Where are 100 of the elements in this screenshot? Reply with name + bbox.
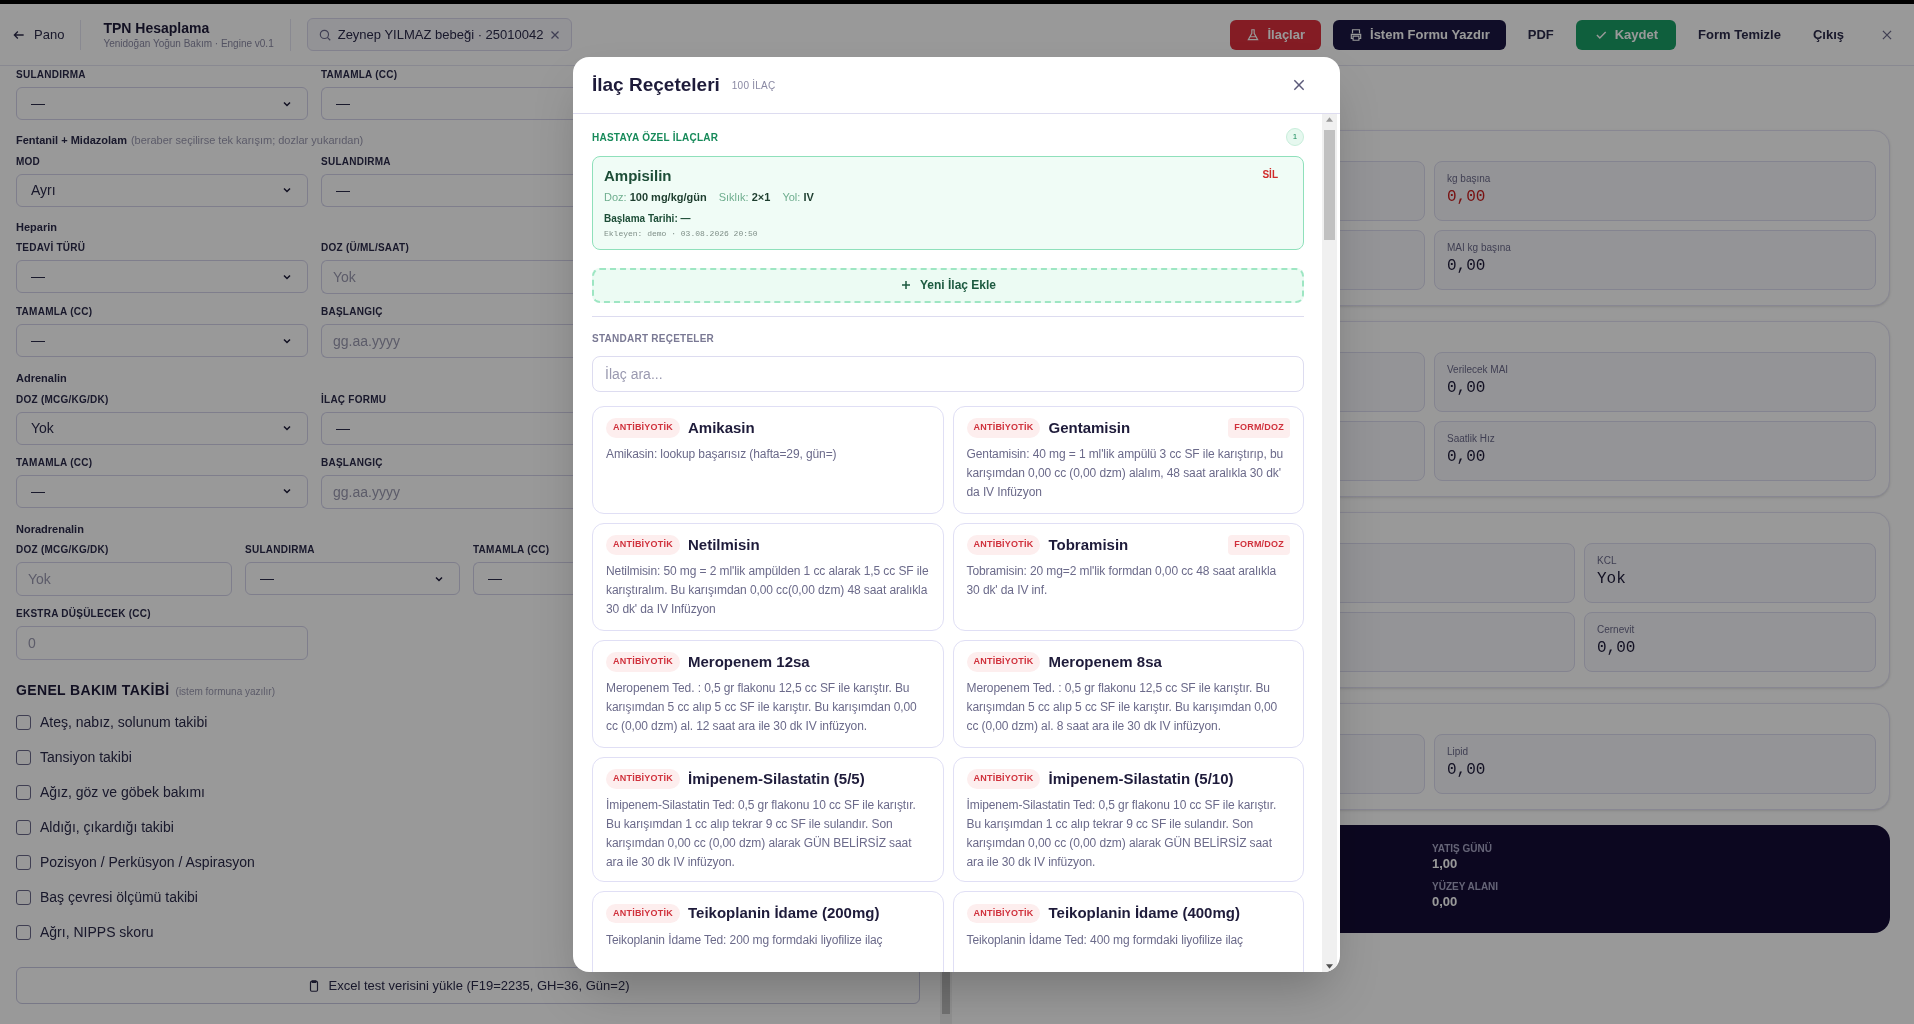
stat-label: Verilecek MAI — [1447, 363, 1510, 376]
stat-value: 0,00 — [1447, 256, 1487, 277]
count-badge: 1 — [1286, 128, 1304, 146]
summary-label: YATIŞ GÜNÜ — [1432, 842, 1493, 855]
start-date: Başlama Tarihi: — — [604, 211, 692, 225]
section-note: (beraber seçilirse tek karışım; dozlar yukarıdan) — [130, 133, 364, 148]
drug-name: Ampisilin — [604, 167, 672, 185]
section-heading: Noradrenalin — [16, 521, 84, 537]
header-link[interactable]: PDF — [1517, 19, 1564, 50]
recipe-card[interactable]: ANTİBİYOTİK Tobramisin FORM/DOZ Tobramisin: 20 mg=2 ml'lik formdan 0,00 cc 48 saat aralıkla 30 dk' da IV inf. — [952, 522, 1304, 631]
checkbox-label: Baş çevresi ölçümü takibi — [40, 888, 198, 907]
field-label: BAŞLANGIÇ — [321, 306, 384, 318]
summary-value: 1,00 — [1432, 855, 1459, 872]
recipe-name: Teikoplanin İdame (400mg) — [1048, 903, 1240, 923]
field-label: SULANDIRMA — [245, 544, 316, 556]
select-field[interactable]: — — [321, 173, 573, 207]
stat-value: Yok — [1597, 569, 1627, 590]
field-label: TAMAMLA (CC) — [16, 456, 94, 469]
header-button[interactable]: İlaçlar — [1230, 19, 1322, 50]
field-label: MOD — [16, 155, 42, 168]
excel-load-button[interactable]: Excel test verisini yükle (F19=2235, GH=36, Gün=2) — [16, 967, 920, 1004]
category-tag: ANTİBİYOTİK — [606, 769, 680, 789]
checkbox-label: Ağız, göz ve göbek bakımı — [40, 783, 205, 802]
category-tag: ANTİBİYOTİK — [966, 535, 1041, 555]
recipe-card[interactable]: ANTİBİYOTİK Meropenem 8sa Meropenem Ted. : 0,5 gr flakonu 12,5 cc SF ile karıştır. Bu karışımdan 5 cc alıp 5 cc SF ile karıştır. Bu karışımdan 0,00 cc (0,00 dzm) al. 8 saat ara ile 30 dk IV infüzyon. — [952, 639, 1304, 748]
recipe-text: Netilmisin: 50 mg = 2 ml'lik ampülden 1 cc alarak 1,5 cc SF ile karıştıralım. Bu karışımdan 0,00 cc(0,00 dzm) 48 saat aralıkla 30 dk' da IV Infüzyon — [606, 563, 930, 618]
field-label: DOZ (MCG/KG/DK) — [16, 393, 110, 406]
field-label: İLAÇ FORMU — [321, 393, 388, 406]
stat-value: 0,00 — [1447, 378, 1487, 399]
select-field[interactable]: — — [321, 87, 573, 120]
recipe-text: Meropenem Ted. : 0,5 gr flakonu 12,5 cc SF ile karıştır. Bu karışımdan 5 cc alıp 5 cc SF ile karıştır. Bu karışımdan 0,00 cc (0,00 dzm) al. 12 saat ara ile 30 dk IV infüzyon. — [606, 680, 918, 735]
recipe-name: İmipenem-Silastatin (5/5) — [688, 768, 865, 789]
back-link[interactable]: Pano — [12, 19, 82, 50]
field-label: DOZ (Ü/ML/SAAT) — [321, 242, 410, 254]
add-drug-button[interactable]: Yeni İlaç Ekle — [592, 267, 1304, 303]
category-tag: ANTİBİYOTİK — [606, 903, 680, 923]
select-field[interactable]: Yok — [16, 411, 308, 445]
select-field[interactable]: Ayrı — [16, 173, 308, 207]
stat-label: Saatlik Hız — [1447, 432, 1496, 445]
input-field[interactable]: gg.aa.yyyy — [321, 324, 573, 358]
recipe-text: Amikasin: lookup başarısız (hafta=29, gün=) — [606, 446, 838, 463]
summary-value: 0,00 — [1432, 893, 1459, 910]
search-value: Zeynep YILMAZ bebeği · 25010042 — [337, 25, 544, 44]
field-label: TAMAMLA (CC) — [16, 306, 94, 318]
field-label: TEDAVİ TÜRÜ — [16, 242, 87, 254]
remove-link[interactable]: SİL — [1262, 167, 1278, 182]
stat-value: 0,00 — [1597, 638, 1637, 659]
patient-search-field[interactable]: Zeynep YILMAZ bebeği · 25010042 — [306, 18, 573, 51]
category-tag: ANTİBİYOTİK — [606, 418, 680, 438]
form-dose-tag: FORM/DOZ — [1228, 535, 1290, 555]
drug-detail: Yol: IV — [782, 190, 814, 205]
stat-label: KCL — [1597, 554, 1618, 567]
drug-count: 100 İLAÇ — [731, 78, 776, 93]
stat-label: kg başına — [1447, 172, 1492, 185]
recipe-card[interactable]: ANTİBİYOTİK Netilmisin Netilmisin: 50 mg = 2 ml'lik ampülden 1 cc alarak 1,5 cc SF ile karıştıralım. Bu karışımdan 0,00 cc(0,00 dzm) 48 saat aralıkla 30 dk' da IV Infüzyon — [592, 522, 944, 631]
select-field[interactable]: — — [16, 474, 308, 508]
checkbox-label: Tansiyon takibi — [40, 748, 132, 767]
category-tag: ANTİBİYOTİK — [966, 418, 1041, 438]
recipe-card[interactable]: ANTİBİYOTİK Amikasin Amikasin: lookup başarısız (hafta=29, gün=) — [592, 405, 944, 514]
input-field[interactable]: Yok — [321, 260, 573, 294]
section-heading: Adrenalin — [16, 371, 67, 386]
recipe-name: Meropenem 12sa — [688, 651, 810, 672]
recipe-name: Teikoplanin İdame (200mg) — [688, 903, 880, 923]
checkbox-label: Ateş, nabız, solunum takibi — [40, 713, 208, 732]
category-tag: ANTİBİYOTİK — [606, 652, 680, 672]
recipe-card[interactable]: ANTİBİYOTİK Teikoplanin İdame (400mg) Teikoplanin İdame Ted: 400 mg formdaki liyofilize ilaç — [952, 891, 1304, 972]
recipe-name: Meropenem 8sa — [1048, 651, 1162, 672]
recipe-text: İmipenem-Silastatin Ted: 0,5 gr flakonu 10 cc SF ile karıştır. Bu karışımdan 1 cc alıp tekrar 9 cc SF ile sulandır. Son karışımdan 0,00 cc (0,00 dzm) alarak GÜN BELİRSİZ saat ara ile 30 dk IV infüzyon. — [966, 797, 1278, 871]
select-field[interactable]: — — [16, 324, 308, 357]
input-field[interactable]: gg.aa.yyyy — [321, 474, 573, 509]
checkbox-label: Pozisyon / Perküsyon / Aspirasyon — [40, 853, 255, 872]
select-field[interactable]: — — [321, 411, 573, 445]
category-tag: ANTİBİYOTİK — [966, 652, 1041, 672]
select-field[interactable]: — — [473, 562, 573, 595]
stat-label: Lipid — [1447, 745, 1470, 758]
checkbox-label: Aldığı, çıkardığı takibi — [40, 818, 174, 837]
field-label: SULANDIRMA — [321, 155, 392, 168]
input-field[interactable]: 0 — [16, 626, 308, 660]
recipe-text: Gentamisin: 40 mg = 1 ml'lik ampülü 3 cc SF ile karıştırıp, bu karışımdan 0,00 cc (0,00 dzm) alalım, 48 saat aralıkla 30 dk' da IV Infüzyon — [966, 446, 1285, 501]
recipe-text: Meropenem Ted. : 0,5 gr flakonu 12,5 cc SF ile karıştır. Bu karışımdan 5 cc alıp 5 cc SF ile karıştır. Bu karışımdan 0,00 cc (0,00 dzm) al. 8 saat ara ile 30 dk IV infüzyon. — [966, 680, 1279, 735]
field-label: EKSTRA DÜŞÜLECEK (CC) — [16, 608, 152, 620]
header-button[interactable]: İstem Formu Yazdır — [1333, 19, 1506, 50]
section-title: HASTAYA ÖZEL İLAÇLAR — [592, 130, 719, 145]
header-link[interactable]: Çıkış — [1802, 19, 1854, 50]
recipe-text: Tobramisin: 20 mg=2 ml'lik formdan 0,00 cc 48 saat aralıkla 30 dk' da IV inf. — [966, 563, 1278, 599]
drug-search-field[interactable]: İlaç ara... — [592, 355, 1304, 392]
select-field[interactable]: — — [16, 87, 308, 120]
select-field[interactable]: — — [16, 260, 308, 293]
app-title: TPN Hesaplama — [103, 18, 211, 37]
input-field[interactable]: Yok — [16, 562, 232, 596]
section-title: GENEL BAKIM TAKİBİ — [16, 681, 170, 700]
recipe-card[interactable]: ANTİBİYOTİK Gentamisin FORM/DOZ Gentamisin: 40 mg = 1 ml'lik ampülü 3 cc SF ile karıştırıp, bu karışımdan 0,00 cc (0,00 dzm) alalım, 48 saat aralıkla 30 dk' da IV Infüzyon — [952, 405, 1304, 514]
header-link[interactable]: Form Temizle — [1688, 19, 1791, 50]
select-field[interactable]: — — [245, 562, 460, 595]
form-dose-tag: FORM/DOZ — [1228, 418, 1290, 438]
section-note: (istem formuna yazılır) — [175, 685, 276, 699]
field-label: SULANDIRMA — [16, 69, 87, 81]
category-tag: ANTİBİYOTİK — [966, 903, 1041, 923]
recipe-card[interactable]: ANTİBİYOTİK Teikoplanin İdame (200mg) Teikoplanin İdame Ted: 200 mg formdaki liyofilize ilaç — [592, 891, 944, 972]
recipe-name: Netilmisin — [688, 534, 760, 555]
